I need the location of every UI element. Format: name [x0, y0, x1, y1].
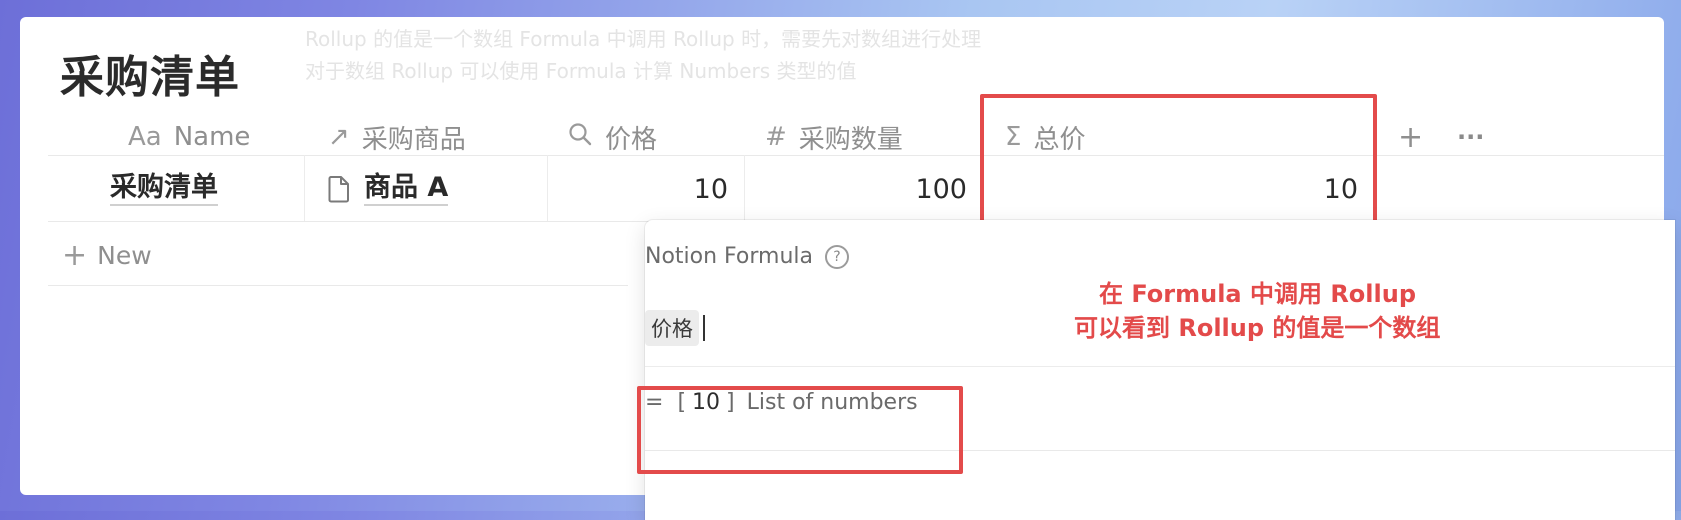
column-header-product[interactable]: ↗ 采购商品: [328, 117, 466, 157]
column-label: 采购数量: [798, 124, 903, 155]
column-label: 采购商品: [361, 124, 466, 155]
formula-result-highlight: [637, 386, 963, 474]
add-column-button[interactable]: +: [1398, 117, 1423, 157]
formula-panel-title: Notion Formula: [645, 244, 814, 269]
table-cell-price[interactable]: 10: [548, 161, 728, 217]
column-header-price[interactable]: 价格: [567, 117, 657, 157]
annotation-line-1: 在 Formula 中调用 Rollup: [1093, 278, 1423, 310]
more-options-button[interactable]: ···: [1457, 117, 1484, 157]
property-token: 价格: [645, 310, 699, 346]
formula-panel-header: Notion Formula ?: [645, 244, 850, 269]
new-row-divider: [48, 285, 628, 286]
help-icon[interactable]: ?: [825, 244, 850, 269]
column-divider: [304, 155, 305, 221]
row-name-text: 采购清单: [110, 172, 218, 206]
table-row-name[interactable]: 采购清单: [110, 161, 218, 217]
page-icon: [328, 175, 350, 203]
new-row-button[interactable]: + New: [62, 235, 152, 275]
relation-arrow-icon: ↗: [328, 122, 350, 152]
annotation-line-2: 可以看到 Rollup 的值是一个数组: [1068, 312, 1447, 344]
page-title: 采购清单: [60, 52, 240, 103]
column-header-quantity[interactable]: # 采购数量: [765, 117, 903, 157]
background-text-line-2: 对于数组 Rollup 可以使用 Formula 计算 Numbers 类型的值: [305, 59, 857, 83]
formula-panel: Notion Formula ? 价格 = [ 10 ] List of num…: [645, 220, 1675, 520]
total-column-highlight: [980, 94, 1377, 226]
table-row-product[interactable]: 商品 A: [328, 161, 449, 217]
formula-input[interactable]: 价格: [645, 310, 705, 346]
header-divider: [48, 155, 1664, 156]
background-text-line-1: Rollup 的值是一个数组 Formula 中调用 Rollup 时，需要先对…: [305, 27, 982, 51]
search-icon: [567, 121, 593, 154]
text-type-icon: Aa: [128, 122, 162, 152]
plus-icon: +: [62, 237, 88, 273]
text-cursor: [703, 315, 705, 341]
product-link-text: 商品 A: [364, 172, 449, 206]
column-header-name[interactable]: Aa Name: [128, 117, 250, 157]
column-label: Name: [173, 122, 251, 152]
table-cell-quantity[interactable]: 100: [745, 161, 967, 217]
column-label: 价格: [605, 124, 658, 155]
number-icon: #: [765, 122, 787, 152]
new-row-label: New: [97, 240, 152, 270]
